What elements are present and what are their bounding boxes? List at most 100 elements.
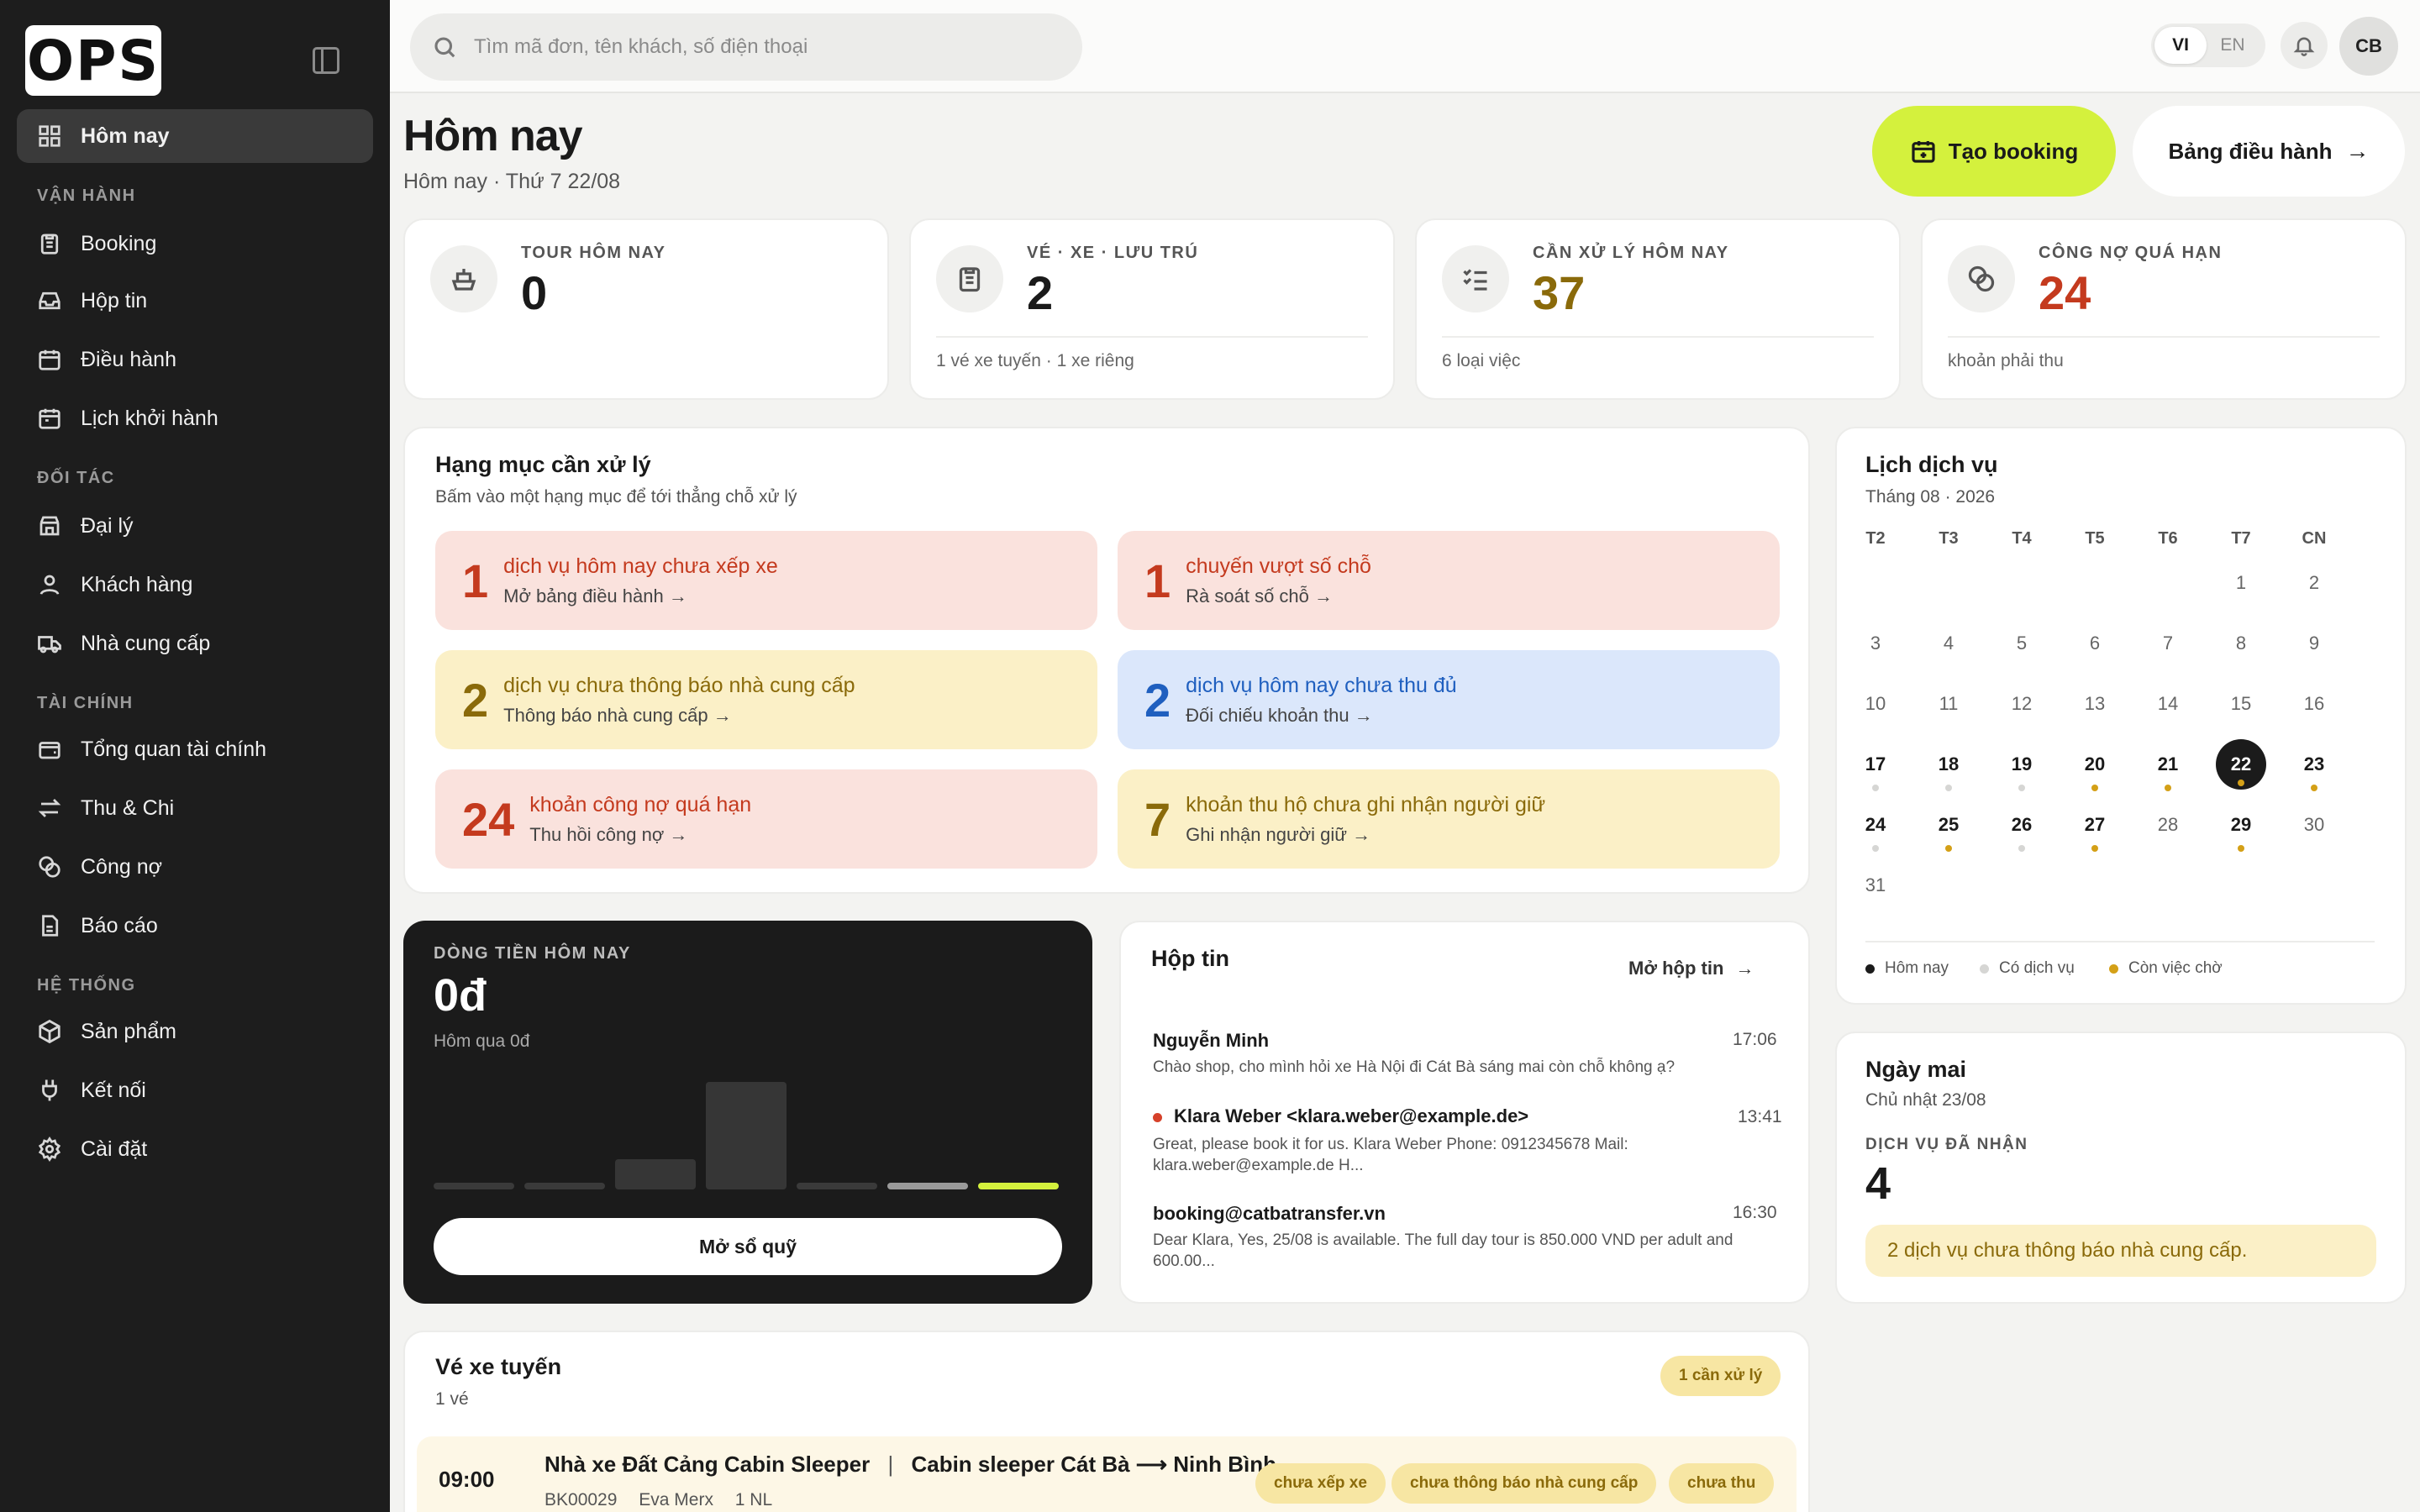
- sidebar-item-today[interactable]: Hôm nay: [17, 109, 373, 163]
- calendar-day[interactable]: 9: [2289, 618, 2339, 669]
- task-action: Mở bảng điều hành: [503, 585, 664, 606]
- task-item[interactable]: 1 chuyến vượt số chỗ Rà soát số chỗ →: [1118, 531, 1780, 630]
- calendar-day[interactable]: 12: [1996, 679, 2047, 729]
- search-input[interactable]: [474, 35, 1062, 59]
- kpi-foot: 6 loại việc: [1442, 351, 1521, 370]
- language-switch[interactable]: VI EN: [2151, 24, 2265, 67]
- route-row[interactable]: 09:00 Nhà xe Đất Cảng Cabin Sleeper | Ca…: [417, 1436, 1797, 1512]
- message-body[interactable]: Chào shop, cho mình hỏi xe Hà Nội đi Cát…: [1153, 1057, 1758, 1078]
- calendar-day[interactable]: 19: [1996, 739, 2047, 790]
- sidebar-item-operations[interactable]: Điều hành: [17, 333, 373, 386]
- task-item[interactable]: 7 khoản thu hộ chưa ghi nhận người giữ G…: [1118, 769, 1780, 869]
- message-body[interactable]: Dear Klara, Yes, 25/08 is available. The…: [1153, 1230, 1758, 1272]
- sidebar-item-settings[interactable]: Cài đặt: [17, 1122, 373, 1176]
- sidebar-item-finance-overview[interactable]: Tổng quan tài chính: [17, 722, 373, 776]
- calendar-day[interactable]: 2: [2289, 558, 2339, 608]
- sidebar-item-reports[interactable]: Báo cáo: [17, 899, 373, 953]
- arrow-right-icon: →: [2345, 138, 2370, 164]
- calendar-day[interactable]: 17: [1850, 739, 1901, 790]
- calendar-day[interactable]: 7: [2143, 618, 2193, 669]
- sidebar-item-booking[interactable]: Booking: [17, 217, 373, 270]
- grid-icon: [37, 123, 62, 149]
- calendar-day[interactable]: 15: [2216, 679, 2266, 729]
- calendar-day[interactable]: 10: [1850, 679, 1901, 729]
- arrow-right-icon: →: [713, 704, 732, 726]
- task-item[interactable]: 24 khoản công nợ quá hạn Thu hồi công nợ…: [435, 769, 1097, 869]
- task-action: Thu hồi công nợ: [529, 823, 665, 845]
- notifications-button[interactable]: [2281, 22, 2328, 69]
- lang-vi-option[interactable]: VI: [2154, 27, 2207, 64]
- route-count: 1 vé: [435, 1389, 469, 1409]
- message-time: 17:06: [1733, 1030, 1777, 1049]
- task-action: Đối chiếu khoản thu: [1186, 704, 1349, 726]
- cashflow-label: DÒNG TIỀN HÔM NAY: [434, 944, 631, 963]
- calendar-day[interactable]: 8: [2216, 618, 2266, 669]
- kpi-card-tickets[interactable]: VÉ · XE · LƯU TRÚ 2 1 vé xe tuyến · 1 xe…: [909, 218, 1395, 400]
- open-inbox-link[interactable]: Mở hộp tin →: [1628, 958, 1754, 979]
- avatar[interactable]: CB: [2339, 17, 2398, 76]
- calendar-day[interactable]: 26: [1996, 800, 2047, 850]
- legend-pending: Còn việc chờ: [2109, 959, 2223, 978]
- logo[interactable]: OPS: [25, 25, 161, 96]
- sidebar-item-agents[interactable]: Đại lý: [17, 499, 373, 553]
- message-from[interactable]: booking@catbatransfer.vn: [1153, 1203, 1386, 1225]
- message-from-row[interactable]: Klara Weber <klara.weber@example.de>: [1153, 1105, 1528, 1127]
- calendar-day[interactable]: 6: [2070, 618, 2120, 669]
- lang-en-option[interactable]: EN: [2207, 27, 2259, 64]
- message-from[interactable]: Nguyễn Minh: [1153, 1030, 1269, 1052]
- calendar-day[interactable]: 31: [1850, 860, 1901, 911]
- sidebar-item-customers[interactable]: Khách hàng: [17, 558, 373, 612]
- legend-dot: [1980, 963, 1989, 974]
- calendar-day[interactable]: 27: [2070, 800, 2120, 850]
- arrow-right-icon: →: [1354, 704, 1373, 726]
- sidebar-item-inbox[interactable]: Hộp tin: [17, 274, 373, 328]
- sidebar-item-income-expense[interactable]: Thu & Chi: [17, 781, 373, 835]
- tasks-subtitle: Bấm vào một hạng mục để tới thẳng chỗ xử…: [435, 487, 797, 507]
- task-text: dịch vụ hôm nay chưa xếp xe: [503, 554, 778, 578]
- calendar-day[interactable]: 13: [2070, 679, 2120, 729]
- task-item[interactable]: 2 dịch vụ hôm nay chưa thu đủ Đối chiếu …: [1118, 650, 1780, 749]
- route-tickets-card: Vé xe tuyến 1 vé 1 cần xử lý 09:00 Nhà x…: [403, 1331, 1810, 1512]
- calendar-day[interactable]: 14: [2143, 679, 2193, 729]
- calendar-day[interactable]: 11: [1923, 679, 1974, 729]
- calendar-day[interactable]: 1: [2216, 558, 2266, 608]
- collapse-sidebar-icon[interactable]: [313, 47, 339, 74]
- task-item[interactable]: 1 dịch vụ hôm nay chưa xếp xe Mở bảng đi…: [435, 531, 1097, 630]
- calendar-day-marker: [2311, 785, 2317, 791]
- route-title: Vé xe tuyến: [435, 1354, 562, 1379]
- open-cashbook-button[interactable]: Mở sổ quỹ: [434, 1218, 1062, 1275]
- calendar-day[interactable]: 18: [1923, 739, 1974, 790]
- clipboard-icon: [936, 245, 1003, 312]
- calendar-day[interactable]: 23: [2289, 739, 2339, 790]
- sidebar-item-debt[interactable]: Công nợ: [17, 840, 373, 894]
- calendar-day[interactable]: 21: [2143, 739, 2193, 790]
- calendar-day-marker: [2018, 785, 2025, 791]
- calendar-day[interactable]: 16: [2289, 679, 2339, 729]
- calendar-day[interactable]: 28: [2143, 800, 2193, 850]
- calendar-day[interactable]: 20: [2070, 739, 2120, 790]
- sidebar-item-integrations[interactable]: Kết nối: [17, 1063, 373, 1117]
- create-booking-button[interactable]: Tạo booking: [1872, 106, 2116, 197]
- task-item[interactable]: 2 dịch vụ chưa thông báo nhà cung cấp Th…: [435, 650, 1097, 749]
- calendar-title: Lịch dịch vụ: [1865, 452, 1998, 477]
- tasks-panel: Hạng mục cần xử lý Bấm vào một hạng mục …: [403, 427, 1810, 894]
- calendar-day[interactable]: 3: [1850, 618, 1901, 669]
- calendar-day[interactable]: 5: [1996, 618, 2047, 669]
- tomorrow-title: Ngày mai: [1865, 1057, 1967, 1082]
- calendar-day[interactable]: 25: [1923, 800, 1974, 850]
- cashflow-bar: [434, 1183, 514, 1189]
- kpi-card-tours[interactable]: TOUR HÔM NAY 0: [403, 218, 889, 400]
- calendar-day[interactable]: 29: [2216, 800, 2266, 850]
- dashboard-button[interactable]: Bảng điều hành →: [2133, 106, 2405, 197]
- search-box[interactable]: [410, 13, 1082, 81]
- kpi-card-todo[interactable]: CẦN XỬ LÝ HÔM NAY 37 6 loại việc: [1415, 218, 1901, 400]
- message-body[interactable]: Great, please book it for us. Klara Webe…: [1153, 1134, 1758, 1176]
- sidebar-item-schedule[interactable]: Lịch khởi hành: [17, 391, 373, 445]
- sidebar-item-suppliers[interactable]: Nhà cung cấp: [17, 617, 373, 670]
- tomorrow-note[interactable]: 2 dịch vụ chưa thông báo nhà cung cấp.: [1865, 1225, 2376, 1277]
- kpi-card-overdue[interactable]: CÔNG NỢ QUÁ HẠN 24 khoản phải thu: [1921, 218, 2407, 400]
- calendar-day[interactable]: 4: [1923, 618, 1974, 669]
- calendar-day[interactable]: 30: [2289, 800, 2339, 850]
- sidebar-item-products[interactable]: Sản phẩm: [17, 1005, 373, 1058]
- calendar-day[interactable]: 24: [1850, 800, 1901, 850]
